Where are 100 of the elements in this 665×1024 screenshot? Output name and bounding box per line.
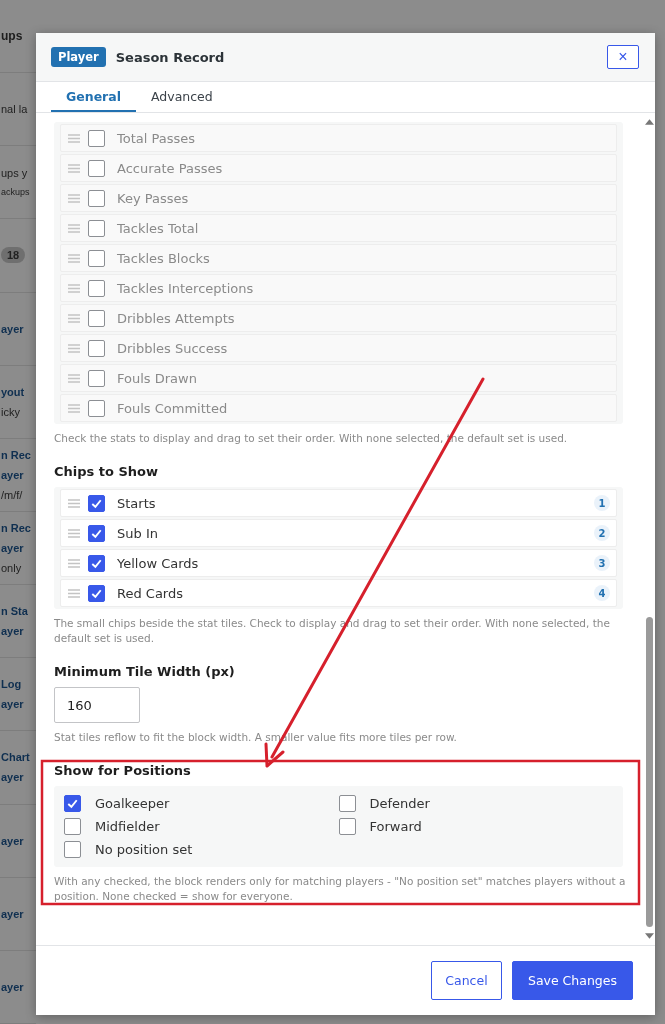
list-row[interactable]: Sub In 2: [60, 519, 617, 547]
list-row[interactable]: Tackles Total: [60, 214, 617, 242]
number-field[interactable]: 160: [54, 687, 140, 723]
field-label: Minimum Tile Width (px): [54, 664, 236, 679]
item-label: Tackles Total: [117, 220, 200, 236]
page-link[interactable]: n Rec: [1, 448, 31, 461]
checkbox[interactable]: [88, 189, 105, 207]
help-text: With any checked, the block renders only for matching players - "No position set" matches players without a position. None checked = show for everyone.: [54, 874, 627, 904]
drag-handle-icon[interactable]: [68, 588, 80, 598]
item-label: Dribbles Success: [117, 340, 229, 356]
page-link[interactable]: ayer: [1, 907, 24, 920]
section-heading: Chips to Show: [54, 464, 160, 479]
count-badge: 18: [1, 247, 26, 264]
drag-handle-icon[interactable]: [68, 283, 80, 293]
checkbox[interactable]: [88, 399, 105, 417]
list-row[interactable]: Tackles Blocks: [60, 244, 617, 272]
page-link[interactable]: ayer: [1, 698, 24, 711]
page-link[interactable]: ayer: [1, 625, 24, 638]
item-label: Yellow Cards: [117, 555, 200, 571]
checkbox[interactable]: [88, 249, 105, 267]
order-badge: 3: [594, 555, 610, 571]
checkbox[interactable]: [64, 795, 81, 812]
page-link[interactable]: ayer: [1, 980, 24, 993]
drag-handle-icon[interactable]: [68, 528, 80, 538]
checkbox[interactable]: [64, 841, 81, 858]
option-label[interactable]: Defender: [369, 796, 430, 811]
option-label[interactable]: Midfielder: [95, 819, 160, 834]
tab[interactable]: Advanced: [136, 82, 228, 112]
checkbox[interactable]: [338, 818, 356, 835]
item-label: Fouls Drawn: [117, 370, 198, 386]
list-row[interactable]: Tackles Interceptions: [60, 274, 617, 302]
drag-handle-icon[interactable]: [68, 193, 80, 203]
list-row[interactable]: Key Passes: [60, 184, 617, 212]
checkbox[interactable]: [88, 524, 105, 542]
checkbox[interactable]: [88, 584, 105, 602]
page-link[interactable]: ayer: [1, 322, 24, 335]
page-link[interactable]: ayer: [1, 834, 24, 847]
page-link[interactable]: n Rec: [1, 522, 31, 535]
page-link[interactable]: ayer: [1, 468, 24, 481]
page-link[interactable]: n Sta: [1, 605, 28, 618]
list-row[interactable]: Red Cards 4: [60, 579, 617, 607]
item-label: Red Cards: [117, 585, 184, 601]
option-label[interactable]: Forward: [369, 819, 422, 834]
checkbox[interactable]: [88, 159, 105, 177]
list-row[interactable]: Total Passes: [60, 124, 617, 152]
checkbox[interactable]: [88, 554, 105, 572]
type-badge: Player: [51, 47, 106, 67]
drag-handle-icon[interactable]: [68, 558, 80, 568]
list-row[interactable]: Dribbles Success: [60, 334, 617, 362]
list-row[interactable]: Starts 1: [60, 489, 617, 517]
drag-handle-icon[interactable]: [68, 313, 80, 323]
page-text: only: [1, 562, 22, 575]
checkbox[interactable]: [64, 818, 81, 835]
drag-handle-icon[interactable]: [68, 163, 80, 173]
checkbox[interactable]: [88, 219, 105, 237]
modal-title: Season Record: [115, 49, 226, 65]
checkbox[interactable]: [88, 129, 105, 147]
item-label: Fouls Committed: [117, 400, 229, 416]
drag-handle-icon[interactable]: [68, 373, 80, 383]
page-link[interactable]: yout: [1, 385, 25, 398]
cancel-button[interactable]: Cancel: [430, 961, 502, 1000]
drag-handle-icon[interactable]: [68, 223, 80, 233]
checkbox[interactable]: [88, 309, 105, 327]
scroll-up-icon[interactable]: [644, 119, 654, 125]
item-label: Accurate Passes: [117, 160, 224, 176]
page-text: nal la: [1, 103, 28, 116]
scroll-down-icon[interactable]: [644, 933, 654, 939]
checkbox[interactable]: [88, 369, 105, 387]
drag-handle-icon[interactable]: [68, 498, 80, 508]
section-heading: Show for Positions: [54, 763, 192, 778]
item-label: Sub In: [117, 525, 159, 541]
checkbox[interactable]: [338, 795, 356, 812]
list-row[interactable]: Dribbles Attempts: [60, 304, 617, 332]
checkbox[interactable]: [88, 279, 105, 297]
tab[interactable]: General: [51, 82, 136, 112]
close-button[interactable]: ×: [607, 45, 639, 69]
drag-handle-icon[interactable]: [68, 403, 80, 413]
list-row[interactable]: Yellow Cards 3: [60, 549, 617, 577]
list-row[interactable]: Fouls Drawn: [60, 364, 617, 392]
save-button[interactable]: Save Changes: [511, 961, 633, 1000]
drag-handle-icon[interactable]: [68, 343, 80, 353]
option-label[interactable]: Goalkeeper: [95, 796, 170, 811]
item-label: Total Passes: [117, 130, 197, 146]
list-row[interactable]: Accurate Passes: [60, 154, 617, 182]
item-label: Starts: [117, 495, 157, 511]
page-link[interactable]: Log: [1, 678, 22, 691]
item-label: Key Passes: [117, 190, 190, 206]
page-heading: ups: [1, 29, 23, 44]
list-row[interactable]: Fouls Committed: [60, 394, 617, 422]
page-link[interactable]: ayer: [1, 542, 24, 555]
item-label: Tackles Blocks: [117, 250, 211, 266]
scrollbar-thumb[interactable]: [645, 617, 653, 927]
checkbox[interactable]: [88, 339, 105, 357]
drag-handle-icon[interactable]: [68, 133, 80, 143]
page-link[interactable]: ayer: [1, 771, 24, 784]
page-link[interactable]: Chart: [1, 751, 30, 764]
page-text: /m/f/: [1, 488, 23, 501]
drag-handle-icon[interactable]: [68, 253, 80, 263]
checkbox[interactable]: [88, 494, 105, 512]
option-label[interactable]: No position set: [95, 842, 193, 857]
